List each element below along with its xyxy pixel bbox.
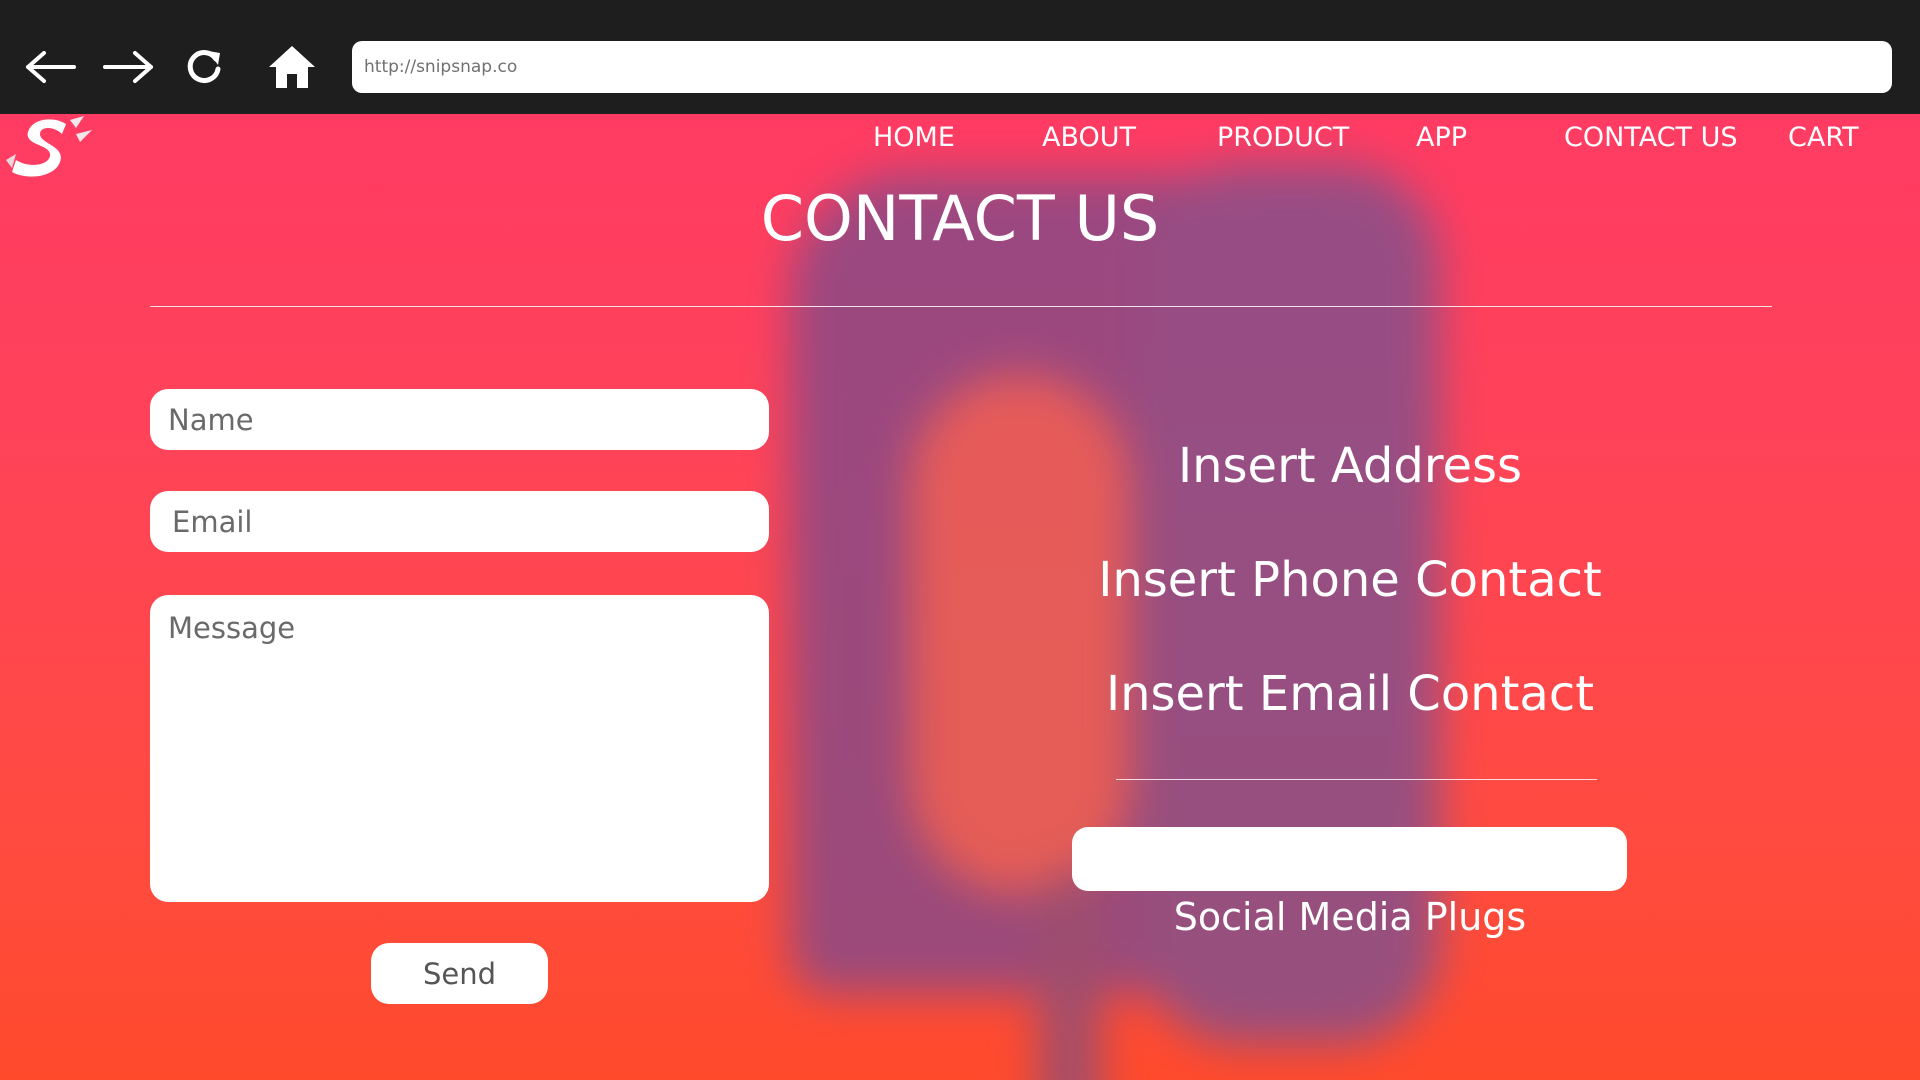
nav-app[interactable]: APP (1416, 118, 1467, 158)
nav-about[interactable]: ABOUT (1042, 118, 1136, 158)
home-icon[interactable] (262, 40, 322, 94)
nav-product[interactable]: PRODUCT (1217, 118, 1349, 158)
address-text: Insert Address (1177, 438, 1523, 494)
social-media-box[interactable] (1072, 827, 1627, 891)
browser-toolbar: http://snipsnap.co (0, 0, 1920, 114)
email-contact-text: Insert Email Contact (1105, 666, 1595, 722)
nav-home[interactable]: HOME (873, 118, 955, 158)
message-field[interactable] (150, 595, 769, 902)
name-field[interactable] (150, 389, 769, 450)
social-media-label: Social Media Plugs (1173, 895, 1527, 939)
address-bar[interactable]: http://snipsnap.co (352, 41, 1892, 93)
send-button[interactable]: Send (371, 943, 548, 1004)
phone-contact-text: Insert Phone Contact (1098, 552, 1602, 608)
title-divider (150, 306, 1772, 307)
nav-contact-us[interactable]: CONTACT US (1564, 118, 1738, 158)
logo[interactable] (4, 114, 94, 184)
reload-icon[interactable] (174, 40, 234, 94)
contact-divider (1116, 779, 1597, 780)
email-field[interactable] (150, 491, 769, 552)
contact-page: HOME ABOUT PRODUCT APP CONTACT US CART C… (0, 114, 1920, 1080)
forward-arrow-icon[interactable] (99, 40, 159, 94)
nav-cart[interactable]: CART (1788, 118, 1859, 158)
url-text: http://snipsnap.co (364, 57, 518, 77)
page-title: CONTACT US (760, 182, 1160, 255)
back-arrow-icon[interactable] (20, 40, 80, 94)
